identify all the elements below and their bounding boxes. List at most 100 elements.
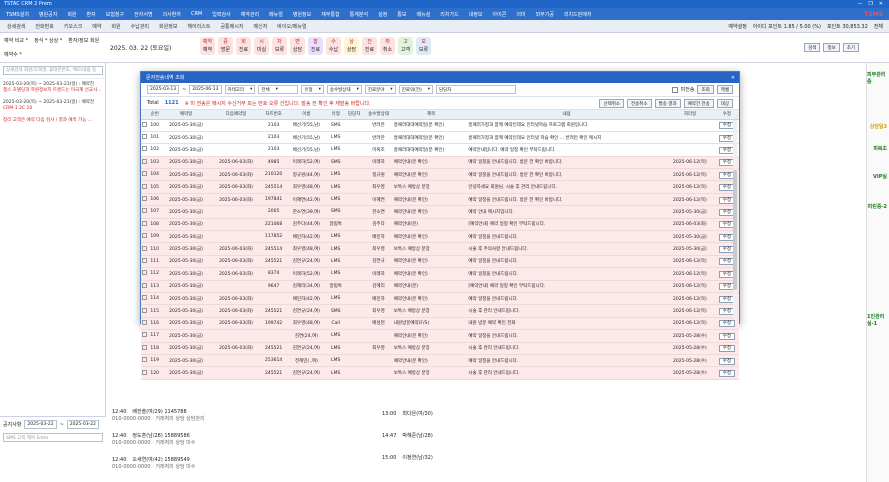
dialog-tool-button[interactable]: 전송취소 [627,98,652,108]
menu-item[interactable]: 입력검사 [208,11,234,18]
toolbar-item[interactable]: 키오스크 [61,23,85,30]
column-header[interactable]: 유형 [326,110,345,120]
status-select[interactable]: 전체 ▾ [258,85,299,94]
row-checkbox[interactable] [141,280,149,293]
row-checkbox[interactable] [141,205,149,219]
toolbar-item[interactable]: 상세검색 [4,23,28,30]
target-select[interactable]: 유형 ▾ [301,85,324,94]
column-header[interactable]: 다음예약일 [211,110,261,120]
edit-button[interactable]: 수정 [718,345,736,353]
menu-item[interactable]: TSMS설치 [2,11,33,18]
toolbar-item[interactable]: 공통메시지 [217,23,246,30]
row-checkbox[interactable] [141,193,149,207]
close-icon[interactable]: ✕ [731,75,739,81]
appointment-item[interactable]: 15:00 이정연(남/32) [382,454,433,461]
appointment-item[interactable]: 12:40 배한솔(여/29) 1145788 010-0000-0000 · 거래… [112,408,205,422]
department-select[interactable]: 진료분야 ▾ [364,85,396,94]
row-checkbox[interactable] [141,119,149,132]
menu-item[interactable]: 의사환자 [159,11,185,18]
column-header[interactable]: 차트번호 [260,110,287,120]
edit-button[interactable]: 수정 [718,357,736,365]
table-row[interactable]: 102 2025-05-30(금) 2103 배선기(55,남) LMS 미복조 흥패러대대… [141,143,739,157]
menu-item[interactable]: 메뉴설 [412,11,434,18]
status-chip[interactable]: 중 방문 [218,37,233,55]
menu-item[interactable]: 설정 [374,11,391,18]
appointment-item[interactable]: 12:40 정도훈(남/28) 15889586 010-0000-0000 · 거… [112,432,195,446]
table-row[interactable]: 116 2025-05-30(금) 2025-06-03(화) 199742 최우영(4… [141,317,739,331]
table-row[interactable]: 114 2025-05-30(금) 2025-06-03(화) 배민하(42,여) LM… [141,292,739,306]
room-label[interactable]: 1인관리실-1 [867,313,887,327]
toolbar-item[interactable]: 헤어리스트 [184,23,213,30]
schedule-tab[interactable]: 예약 비교 * [4,37,28,44]
column-header[interactable]: 제목 [393,110,469,120]
menu-item[interactable]: 리치드판매처 [560,11,596,18]
row-checkbox[interactable] [141,267,149,281]
row-checkbox[interactable] [141,230,149,244]
table-row[interactable]: 106 2025-05-30(금) 2025-06-03(화) 197841 이혜연(4… [141,193,739,207]
dialog-tool-button[interactable]: 예약건 전송 [683,98,714,108]
row-checkbox[interactable] [141,317,149,331]
toolbar-item[interactable]: 전화번호 [32,23,56,30]
menu-item[interactable]: 통계분석 [346,11,372,18]
row-checkbox[interactable] [141,156,149,170]
dialog-tool-button[interactable]: 발송 결과 [654,98,681,108]
column-header[interactable]: 담당자 [344,110,364,120]
table-row[interactable]: 109 2025-05-30(금) 117852 배민하(42,여) LMS 배민하 예약안… [141,230,739,244]
row-checkbox[interactable] [141,354,149,368]
column-header[interactable]: 예약일 [161,110,211,120]
maximize-icon[interactable]: ❐ [868,1,872,7]
table-row[interactable]: 113 2025-05-30(금) 9647 김혜리(34,여) 알림톡 김혜리 예약안내(… [141,280,739,293]
status-chip[interactable]: 보 보류 [416,37,431,55]
room-label[interactable]: 피복조 [873,145,887,152]
category-select[interactable]: 카테고리 ▾ [224,85,256,94]
room-label[interactable]: 피부관리중 [867,71,887,85]
notice-input[interactable]: SMS 고객 제목 Enter [3,433,103,442]
table-row[interactable]: 115 2025-05-30(금) 2025-06-03(화) 245521 김연규(2… [141,304,739,318]
table-row[interactable]: 110 2025-05-30(금) 2025-06-03(화) 245514 최우영(4… [141,242,739,256]
column-header[interactable]: 순번 [148,110,162,120]
row-checkbox[interactable] [141,255,149,269]
appointment-item[interactable]: 14:47 박혜준(남/28) [382,432,433,439]
menu-item[interactable]: 병원정보 [289,11,315,18]
table-row[interactable]: 117 2025-05-30(금) 김연(24,여) LMS 예약안내(분 확인) 예약 … [141,329,739,343]
column-header[interactable] [141,110,149,120]
doctor-select[interactable]: 진료의(전) ▾ [398,85,434,94]
date-from-input[interactable]: 2025-03-13 [147,85,180,94]
toolbar-item[interactable]: 예약 [89,23,104,30]
menu-item[interactable]: 보험청구 [102,11,128,18]
menu-item[interactable]: 회원 [63,11,80,18]
minimize-icon[interactable]: — [857,1,862,7]
status-chip[interactable]: 고 고객 [398,37,413,55]
menu-item[interactable]: 외부기공 [532,11,558,18]
column-header[interactable]: 이름 [286,110,327,120]
appointment-item[interactable]: 13:00 최다은(여/30) [382,410,433,417]
table-row[interactable]: 108 2025-05-30(금) 221068 김주다(44,여) 알림톡 김주다 예약안… [141,218,739,232]
column-header[interactable]: 처리일 [664,110,715,120]
table-row[interactable]: 119 2025-05-30(금) 253614 전혜민(.,여) LMS 예약안내(분 … [141,354,739,368]
row-checkbox[interactable] [141,292,149,306]
current-date[interactable]: 2025. 03. 22 (토요일) [110,43,171,52]
menu-item[interactable]: 환자 [83,11,100,18]
column-header[interactable]: 송수발상태 [363,110,394,120]
status-chip[interactable]: 취 취소 [380,37,395,55]
toolbar-right-item[interactable]: 예약설정 [728,23,746,30]
row-checkbox[interactable] [141,329,149,343]
menu-item[interactable]: 메뉴얼 [265,11,287,18]
toolbar-right-item[interactable]: 포인트 30,853.32 [827,23,868,30]
status-chip[interactable]: 시 미실 [254,37,269,55]
edit-button[interactable]: 수정 [718,370,736,377]
status-chip[interactable]: 예약 예약 [200,37,215,55]
toolbar-item[interactable]: 수납관리 [128,23,152,30]
row-checkbox[interactable] [141,131,149,145]
table-row[interactable]: 118 2025-05-30(금) 2025-06-03(화) 245521 김연규(2… [141,342,739,355]
appointment-item[interactable]: 12:40 오세연(여/42) 15889549 010-0000-0000 · 거… [112,456,195,470]
room-label[interactable]: VIP실 [873,173,887,180]
toolbar-item[interactable]: 메신저 [250,23,270,30]
toolbar-item[interactable]: 바이오/메뉴얼 [274,23,309,30]
table-row[interactable]: 100 2025-05-30(금) 2103 배선기(55,남) SMS 반려만 흥패러대대… [141,119,739,132]
search-button[interactable]: 조회 [697,85,714,94]
close-icon[interactable]: ✕ [879,1,883,7]
vertical-scrollbar[interactable] [733,120,737,320]
daily-tab[interactable]: 예약수 * [4,52,22,58]
row-checkbox[interactable] [141,143,149,157]
